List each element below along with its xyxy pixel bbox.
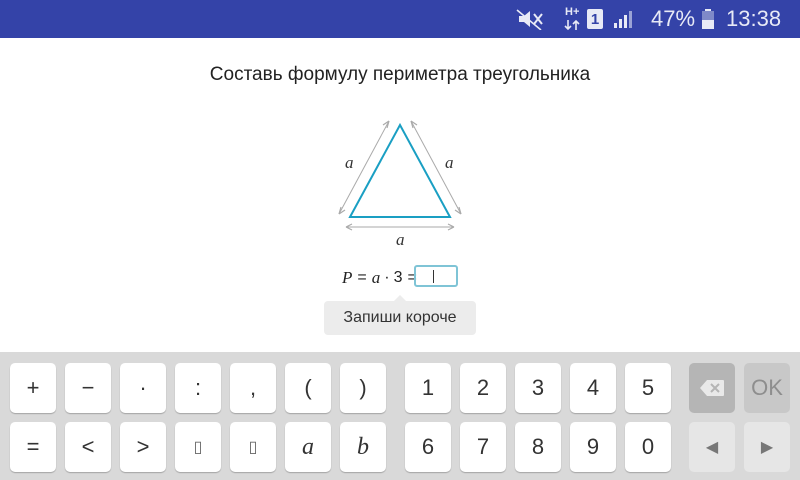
answer-input[interactable] xyxy=(414,265,458,287)
key-5[interactable]: 5 xyxy=(625,363,671,413)
key-2[interactable]: 2 xyxy=(460,363,506,413)
key-7[interactable]: 7 xyxy=(460,422,506,472)
side-label-right: a xyxy=(445,153,454,172)
cursor-left-button[interactable]: ◀ xyxy=(689,422,735,472)
task-title: Составь формулу периметра треугольника xyxy=(209,64,591,85)
key-0[interactable]: 0 xyxy=(625,422,671,472)
formula-multiply: · xyxy=(384,269,390,286)
key-8[interactable]: 8 xyxy=(515,422,561,472)
key-less-than[interactable]: < xyxy=(65,422,111,472)
key-divide[interactable]: : xyxy=(175,363,221,413)
side-label-left: a xyxy=(345,153,354,172)
formula: P = a · 3 = xyxy=(342,266,417,290)
status-bar: H+ 1 47% 13:38 xyxy=(0,0,800,38)
formula-perimeter: P xyxy=(342,268,353,287)
key-var-a[interactable]: a xyxy=(285,422,331,472)
key-greater-than[interactable]: > xyxy=(120,422,166,472)
hint-tooltip: Запиши короче xyxy=(324,295,476,335)
mute-icon xyxy=(516,0,546,38)
side-label-bottom: a xyxy=(396,230,405,249)
network-type-label: H+ xyxy=(565,6,580,18)
battery-icon xyxy=(701,0,715,38)
key-6[interactable]: 6 xyxy=(405,422,451,472)
key-9[interactable]: 9 xyxy=(570,422,616,472)
key-plus[interactable]: + xyxy=(10,363,56,413)
key-var-b[interactable]: b xyxy=(340,422,386,472)
backspace-icon xyxy=(700,380,724,396)
key-minus[interactable]: − xyxy=(65,363,111,413)
key-close-paren[interactable]: ) xyxy=(340,363,386,413)
math-keyboard: + − · : , ( ) 1 2 3 4 5 OK = < > ▯ ▯ a b… xyxy=(0,352,800,480)
backspace-button[interactable] xyxy=(689,363,735,413)
clock: 13:38 xyxy=(726,6,782,31)
formula-number: 3 xyxy=(393,269,403,286)
key-symbol-1[interactable]: ▯ xyxy=(175,422,221,472)
left-arrow-icon: ◀ xyxy=(705,439,719,456)
key-1[interactable]: 1 xyxy=(405,363,451,413)
mobile-data-icon: H+ xyxy=(563,0,585,38)
key-4[interactable]: 4 xyxy=(570,363,616,413)
right-arrow-icon: ▶ xyxy=(760,439,774,456)
key-multiply[interactable]: · xyxy=(120,363,166,413)
ok-button[interactable]: OK xyxy=(744,363,790,413)
formula-equals: = xyxy=(357,269,367,286)
text-caret xyxy=(433,270,434,283)
key-equals[interactable]: = xyxy=(10,422,56,472)
battery-percent: 47% xyxy=(651,6,696,31)
key-comma[interactable]: , xyxy=(230,363,276,413)
task-area: Составь формулу периметра треугольника a… xyxy=(0,38,800,352)
key-3[interactable]: 3 xyxy=(515,363,561,413)
key-open-paren[interactable]: ( xyxy=(285,363,331,413)
sim-icon: 1 xyxy=(587,0,603,38)
key-symbol-2[interactable]: ▯ xyxy=(230,422,276,472)
formula-variable: a xyxy=(371,268,381,287)
triangle-figure: a a a xyxy=(330,116,470,256)
triangle-shape xyxy=(348,122,452,218)
cursor-right-button[interactable]: ▶ xyxy=(744,422,790,472)
signal-icon xyxy=(612,0,636,38)
